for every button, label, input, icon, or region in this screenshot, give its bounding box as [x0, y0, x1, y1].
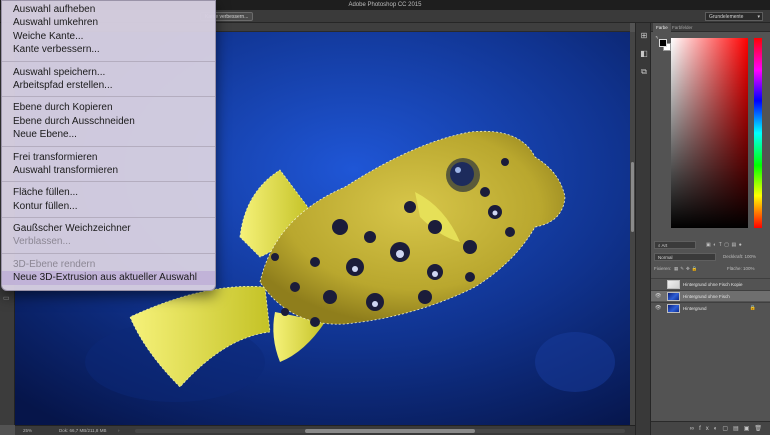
- menu-item-save-selection[interactable]: Auswahl speichern...: [2, 66, 215, 79]
- menu-separator: [2, 252, 215, 254]
- photoshop-window: Adobe Photoshop CC 2015 Kante verbessern…: [0, 0, 770, 435]
- layer-filter-row: ⌕ Art ▣◐T▢▤●: [654, 241, 767, 249]
- layer-row[interactable]: 👁 Hintergrund ohne Fisch: [651, 290, 770, 301]
- panel-dock: ⊞ ◧ ⧉: [635, 23, 651, 435]
- adjustments-icon[interactable]: ⧉: [639, 67, 649, 77]
- layers-panel: ⌕ Art ▣◐T▢▤● Normal Deckkraft: 100% Fixi…: [651, 228, 770, 435]
- menu-item-new-3d-extrusion[interactable]: Neue 3D-Extrusion aus aktueller Auswahl: [2, 271, 215, 285]
- menu-separator: [2, 60, 215, 62]
- tab-swatches[interactable]: Farbfelder: [669, 23, 696, 32]
- scroll-thumb[interactable]: [305, 429, 475, 433]
- opacity-control[interactable]: Deckkraft: 100%: [723, 253, 769, 261]
- scroll-thumb[interactable]: [631, 162, 634, 232]
- kind-filter-label: Art: [661, 243, 668, 248]
- kind-filter-select[interactable]: ⌕ Art: [654, 241, 696, 249]
- status-bar: 25% Dok: 66,7 MB/211,8 MB ›: [15, 425, 635, 435]
- layer-thumbnail: [667, 292, 680, 301]
- menu-item-layer-via-copy[interactable]: Ebene durch Kopieren: [2, 101, 215, 114]
- eye-icon[interactable]: 👁: [655, 293, 661, 299]
- hue-slider[interactable]: [754, 38, 762, 228]
- menu-item-refine-edge[interactable]: Kante verbessern...: [2, 43, 215, 56]
- zoom-level[interactable]: 25%: [23, 426, 32, 435]
- menu-item-inverse[interactable]: Auswahl umkehren: [2, 16, 215, 29]
- visibility-toggle-icon[interactable]: [655, 281, 661, 287]
- menu-separator: [2, 181, 215, 183]
- menu-item-make-work-path[interactable]: Arbeitspfad erstellen...: [2, 79, 215, 92]
- menu-item-feather[interactable]: Weiche Kante...: [2, 30, 215, 43]
- menu-separator: [2, 217, 215, 219]
- properties-icon[interactable]: ◧: [639, 49, 649, 59]
- color-panel-tabs: Farbe Farbfelder: [651, 23, 770, 32]
- right-panels: Farbe Farbfelder ↰ Ebenen Kanäle Pfade ⌕…: [651, 23, 770, 435]
- menu-item-fill[interactable]: Fläche füllen...: [2, 186, 215, 199]
- opacity-value[interactable]: 100%: [745, 254, 757, 259]
- menu-separator: [2, 96, 215, 98]
- document-info: Dok: 66,7 MB/211,8 MB: [59, 428, 107, 433]
- menu-separator: [2, 145, 215, 147]
- opacity-label: Deckkraft:: [723, 254, 744, 259]
- fill-control[interactable]: Fläche: 100%: [727, 265, 755, 273]
- layer-thumbnail: [667, 280, 680, 289]
- color-panel: ↰: [651, 32, 770, 228]
- layer-row[interactable]: 👁 Hintergrund 🔒: [651, 302, 770, 313]
- horizontal-scrollbar[interactable]: [135, 429, 625, 433]
- menu-item-deselect[interactable]: Auswahl aufheben: [2, 3, 215, 16]
- lock-label: Fixieren:: [654, 266, 672, 271]
- menu-item-new-layer[interactable]: Neue Ebene...: [2, 128, 215, 141]
- lock-icons[interactable]: ▦✎✥🔒: [674, 265, 699, 273]
- menu-item-fade: Verblassen...: [13, 236, 71, 248]
- eye-icon[interactable]: 👁: [655, 305, 661, 311]
- lock-row: Fixieren: ▦✎✥🔒 Fläche: 100%: [654, 265, 767, 273]
- filter-icons[interactable]: ▣◐T▢▤●: [706, 241, 766, 249]
- fill-label: Fläche:: [727, 266, 742, 271]
- history-icon[interactable]: ⊞: [639, 31, 649, 41]
- menu-item-free-transform[interactable]: Frei transformieren: [2, 151, 215, 164]
- workspace-select[interactable]: Grundelemente: [705, 12, 763, 21]
- selection-context-menu: Auswahl aufheben Auswahl umkehren Weiche…: [1, 0, 216, 291]
- menu-item-stroke[interactable]: Kontur füllen...: [2, 200, 215, 213]
- layer-name[interactable]: Hintergrund ohne Fisch: [683, 291, 730, 302]
- layer-thumbnail: [667, 304, 680, 313]
- layer-row[interactable]: Hintergrund ohne Fisch Kopie: [651, 278, 770, 289]
- menu-item-render-3d-layer: 3D-Ebene rendern: [13, 258, 96, 270]
- blend-mode-select[interactable]: Normal: [654, 253, 716, 261]
- fill-value[interactable]: 100%: [743, 266, 755, 271]
- layer-name[interactable]: Hintergrund: [683, 303, 707, 314]
- menu-item-transform-selection[interactable]: Auswahl transformieren: [2, 164, 215, 177]
- menu-item-layer-via-cut[interactable]: Ebene durch Ausschneiden: [2, 115, 215, 128]
- status-menu-arrow[interactable]: ›: [118, 426, 120, 435]
- lock-icon: 🔒: [749, 305, 756, 311]
- layer-name[interactable]: Hintergrund ohne Fisch Kopie: [683, 279, 743, 290]
- menu-item-gaussian-blur[interactable]: Gaußscher Weichzeichner: [2, 222, 215, 235]
- color-field[interactable]: [671, 38, 748, 228]
- screen-mode-icon[interactable]: ▭: [3, 295, 12, 302]
- foreground-color-swatch[interactable]: [659, 39, 667, 47]
- layers-footer-toolbar[interactable]: ∞fx◐▢▤▣🗑: [651, 421, 770, 435]
